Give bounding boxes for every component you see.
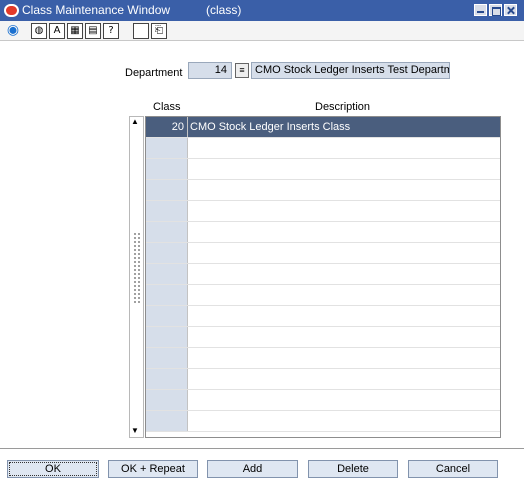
table-row[interactable] [146, 159, 500, 180]
scroll-up-icon[interactable]: ▲ [131, 118, 139, 126]
add-button[interactable]: Add [207, 460, 298, 478]
table-row[interactable] [146, 264, 500, 285]
table-row[interactable] [146, 285, 500, 306]
description-cell[interactable]: CMO Stock Ledger Inserts Class [190, 117, 350, 137]
maximize-icon[interactable] [489, 4, 502, 16]
department-label: Department [125, 67, 183, 79]
toolbar: ◉ ◍ A ▦ ▤ ? ⎗ [0, 21, 524, 41]
web-icon[interactable]: ◍ [31, 23, 47, 39]
table-row[interactable] [146, 348, 500, 369]
cancel-button[interactable]: Cancel [408, 460, 498, 478]
globe-icon[interactable]: ◉ [5, 23, 21, 39]
class-cell[interactable] [146, 306, 188, 326]
table-row[interactable] [146, 369, 500, 390]
calculator-icon[interactable]: ▦ [67, 23, 83, 39]
table-row[interactable] [146, 180, 500, 201]
scroll-down-icon[interactable]: ▼ [131, 427, 139, 435]
table-row[interactable] [146, 138, 500, 159]
table-row[interactable] [146, 222, 500, 243]
close-icon[interactable] [504, 4, 517, 16]
divider [0, 448, 524, 450]
class-cell[interactable] [146, 348, 188, 368]
class-cell[interactable] [146, 285, 188, 305]
help-icon[interactable]: ? [103, 23, 119, 39]
notes-icon[interactable]: ▤ [85, 23, 101, 39]
class-cell[interactable] [146, 390, 188, 410]
class-cell[interactable] [146, 138, 188, 158]
class-cell[interactable]: 20 [146, 117, 188, 137]
minimize-icon[interactable] [474, 4, 487, 16]
table-row[interactable] [146, 411, 500, 432]
class-cell[interactable] [146, 411, 188, 431]
ok-repeat-button[interactable]: OK + Repeat [108, 460, 198, 478]
class-cell[interactable] [146, 327, 188, 347]
title-bar: Class Maintenance Window (class) [0, 0, 524, 21]
class-cell[interactable] [146, 180, 188, 200]
table-row[interactable] [146, 201, 500, 222]
oracle-logo-icon [4, 4, 19, 17]
class-cell[interactable] [146, 264, 188, 284]
delete-button[interactable]: Delete [308, 460, 398, 478]
table-row[interactable]: 20 CMO Stock Ledger Inserts Class [146, 117, 500, 138]
list-lookup-icon[interactable]: ≡ [235, 63, 249, 78]
description-column-header: Description [315, 101, 371, 113]
department-number-field[interactable]: 14 [188, 62, 232, 79]
blank-icon[interactable] [133, 23, 149, 39]
window-title: Class Maintenance Window [22, 3, 171, 17]
table-row[interactable] [146, 243, 500, 264]
ok-button[interactable]: OK [7, 460, 99, 478]
class-table: 20 CMO Stock Ledger Inserts Class [145, 116, 501, 438]
class-cell[interactable] [146, 159, 188, 179]
document-icon[interactable]: ⎗ [151, 23, 167, 39]
scrollbar-grip[interactable] [133, 232, 141, 304]
table-row[interactable] [146, 390, 500, 411]
class-cell[interactable] [146, 243, 188, 263]
table-row[interactable] [146, 327, 500, 348]
window-context: (class) [206, 3, 242, 17]
table-row[interactable] [146, 306, 500, 327]
class-cell[interactable] [146, 201, 188, 221]
class-cell[interactable] [146, 369, 188, 389]
class-column-header: Class [153, 101, 181, 113]
spell-icon[interactable]: A [49, 23, 65, 39]
class-cell[interactable] [146, 222, 188, 242]
department-description-field[interactable]: CMO Stock Ledger Inserts Test Departme [251, 62, 450, 79]
